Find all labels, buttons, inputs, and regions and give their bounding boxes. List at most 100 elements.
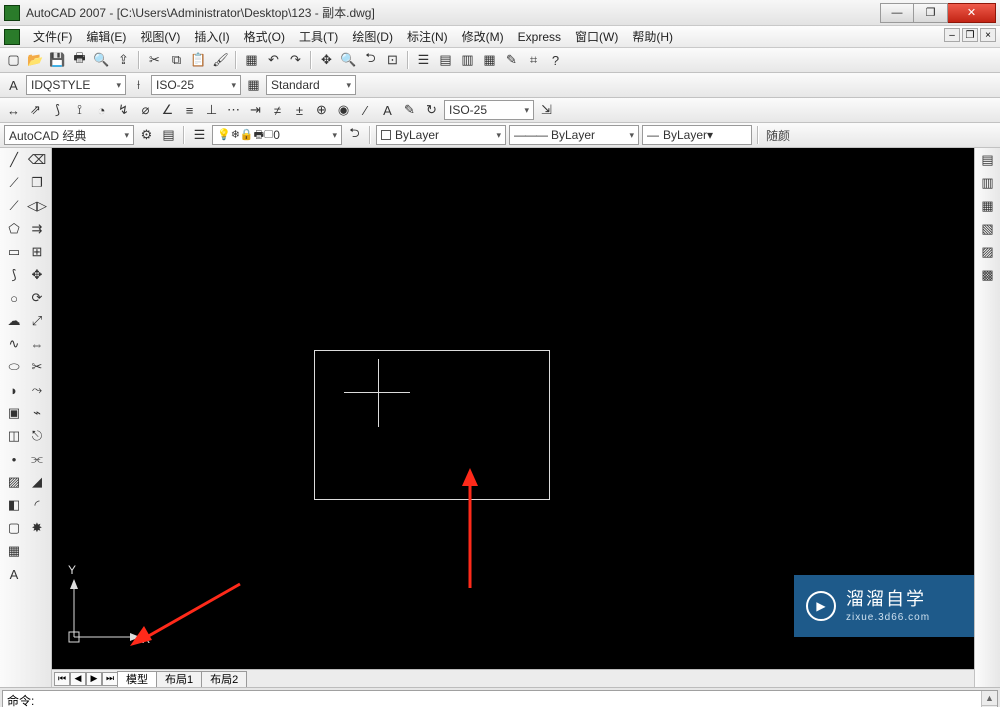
explode-icon[interactable]: ✸ <box>27 518 47 538</box>
dim-space-icon[interactable]: ⇥ <box>246 101 265 120</box>
r5-icon[interactable]: ▨ <box>978 242 998 262</box>
spline-icon[interactable]: ∿ <box>4 334 24 354</box>
layer-prev-icon[interactable]: ⮌ <box>345 126 364 145</box>
menu-dim[interactable]: 标注(N) <box>400 26 455 47</box>
line-icon[interactable]: ╱ <box>4 150 24 170</box>
dim-ang-icon[interactable]: ∠ <box>158 101 177 120</box>
extend-icon[interactable]: ⤳ <box>27 380 47 400</box>
polygon-icon[interactable]: ⬠ <box>4 219 24 239</box>
ws-settings-icon[interactable]: ⚙ <box>137 126 156 145</box>
rotate-icon[interactable]: ⟳ <box>27 288 47 308</box>
arc-icon[interactable]: ⟆ <box>4 265 24 285</box>
r6-icon[interactable]: ▩ <box>978 265 998 285</box>
mdi-close-button[interactable]: × <box>980 28 996 42</box>
ellarc-icon[interactable]: ◗ <box>4 380 24 400</box>
tab-nav-last[interactable]: ⏭ <box>102 672 118 686</box>
minimize-button[interactable]: — <box>880 3 914 23</box>
menu-tools[interactable]: 工具(T) <box>292 26 345 47</box>
point-icon[interactable]: • <box>4 449 24 469</box>
ellipse-icon[interactable]: ⬭ <box>4 357 24 377</box>
dim-linear-icon[interactable]: ↔ <box>4 101 23 120</box>
dim-jog-icon[interactable]: ↯ <box>114 101 133 120</box>
dim-radius-icon[interactable]: ◔ <box>92 101 111 120</box>
lineweight-combo[interactable]: — ByLayer▾ <box>642 125 752 145</box>
offset-icon[interactable]: ⇉ <box>27 219 47 239</box>
tab-model[interactable]: 模型 <box>117 671 157 687</box>
xline-icon[interactable]: ⟋ <box>4 173 24 193</box>
scroll-up-icon[interactable]: ▲ <box>982 691 997 706</box>
scale-icon[interactable]: ⤢ <box>27 311 47 331</box>
tab-layout1[interactable]: 布局1 <box>156 671 202 687</box>
maximize-button[interactable]: ❐ <box>914 3 948 23</box>
move-icon[interactable]: ✥ <box>27 265 47 285</box>
stretch-icon[interactable]: ⇔ <box>27 334 47 354</box>
menu-view[interactable]: 视图(V) <box>133 26 187 47</box>
tab-nav-first[interactable]: ⏮ <box>54 672 70 686</box>
menu-draw[interactable]: 绘图(D) <box>345 26 400 47</box>
block-icon[interactable]: ◫ <box>4 426 24 446</box>
save-icon[interactable]: 💾 <box>48 51 67 70</box>
circle-icon[interactable]: ○ <box>4 288 24 308</box>
r2-icon[interactable]: ▥ <box>978 173 998 193</box>
dim-inspect-icon[interactable]: ◉ <box>334 101 353 120</box>
mirror-icon[interactable]: ◁▷ <box>27 196 47 216</box>
join-icon[interactable]: ⫘ <box>27 449 47 469</box>
layer-props-icon[interactable]: ☰ <box>190 126 209 145</box>
propspal-icon[interactable]: ☰ <box>414 51 433 70</box>
dim-style-combo[interactable]: ISO-25▾ <box>444 100 534 120</box>
copy2-icon[interactable]: ❐ <box>27 173 47 193</box>
workspace-combo[interactable]: AutoCAD 经典▾ <box>4 125 134 145</box>
zoomprev-icon[interactable]: ⮌ <box>361 51 380 70</box>
plot-icon[interactable]: 🖶 <box>70 51 89 70</box>
ws-save-icon[interactable]: ▤ <box>159 126 178 145</box>
command-scrollbar[interactable]: ▲ ▼ <box>981 691 997 707</box>
paste-icon[interactable]: 📋 <box>189 51 208 70</box>
r1-icon[interactable]: ▤ <box>978 150 998 170</box>
drawn-rectangle[interactable] <box>314 350 550 500</box>
dc-icon[interactable]: ▤ <box>436 51 455 70</box>
redo-icon[interactable]: ↷ <box>286 51 305 70</box>
tablestyle-combo[interactable]: Standard▾ <box>266 75 356 95</box>
dim-tedit-icon[interactable]: ✎ <box>400 101 419 120</box>
menu-file[interactable]: 文件(F) <box>26 26 79 47</box>
dim-base-icon[interactable]: ⊥ <box>202 101 221 120</box>
dim-edit-icon[interactable]: A <box>378 101 397 120</box>
textstyle-icon[interactable]: A <box>4 76 23 95</box>
rect-icon[interactable]: ▭ <box>4 242 24 262</box>
mdi-min-button[interactable]: – <box>944 28 960 42</box>
menu-format[interactable]: 格式(O) <box>237 26 292 47</box>
ssm-icon[interactable]: ▦ <box>480 51 499 70</box>
dim-update2-icon[interactable]: ⇲ <box>537 101 556 120</box>
revcloud-icon[interactable]: ☁ <box>4 311 24 331</box>
new-icon[interactable]: ▢ <box>4 51 23 70</box>
dim-update-icon[interactable]: ↻ <box>422 101 441 120</box>
publish-icon[interactable]: ⇪ <box>114 51 133 70</box>
matchprop-icon[interactable]: 🖌 <box>211 51 230 70</box>
dimstyle-icon[interactable]: ⟊ <box>129 76 148 95</box>
menu-window[interactable]: 窗口(W) <box>568 26 625 47</box>
insert-icon[interactable]: ▣ <box>4 403 24 423</box>
trim-icon[interactable]: ✂ <box>27 357 47 377</box>
dim-center-icon[interactable]: ⊕ <box>312 101 331 120</box>
dim-arc-icon[interactable]: ⟆ <box>48 101 67 120</box>
cut-icon[interactable]: ✂ <box>145 51 164 70</box>
r3-icon[interactable]: ▦ <box>978 196 998 216</box>
blockeditor-icon[interactable]: ▦ <box>242 51 261 70</box>
erase-icon[interactable]: ⌫ <box>27 150 47 170</box>
close-button[interactable]: ✕ <box>948 3 996 23</box>
tab-nav-next[interactable]: ▶ <box>86 672 102 686</box>
chamfer-icon[interactable]: ◢ <box>27 472 47 492</box>
gradient-icon[interactable]: ◧ <box>4 495 24 515</box>
dim-tol-icon[interactable]: ± <box>290 101 309 120</box>
zoomwin-icon[interactable]: ⊡ <box>383 51 402 70</box>
help-icon[interactable]: ? <box>546 51 565 70</box>
textstyle-combo[interactable]: IDQSTYLE▾ <box>26 75 126 95</box>
command-text[interactable]: 命令: 命令: _bhatch 拾取内部点或 [选择对象(S)/删除边界(B)]… <box>2 690 998 707</box>
dimstyle-combo[interactable]: ISO-25▾ <box>151 75 241 95</box>
array-icon[interactable]: ⊞ <box>27 242 47 262</box>
dim-cont-icon[interactable]: ⋯ <box>224 101 243 120</box>
menu-edit[interactable]: 编辑(E) <box>79 26 133 47</box>
zoomrt-icon[interactable]: 🔍 <box>339 51 358 70</box>
menu-insert[interactable]: 插入(I) <box>187 26 236 47</box>
pline-icon[interactable]: ⟋ <box>4 196 24 216</box>
